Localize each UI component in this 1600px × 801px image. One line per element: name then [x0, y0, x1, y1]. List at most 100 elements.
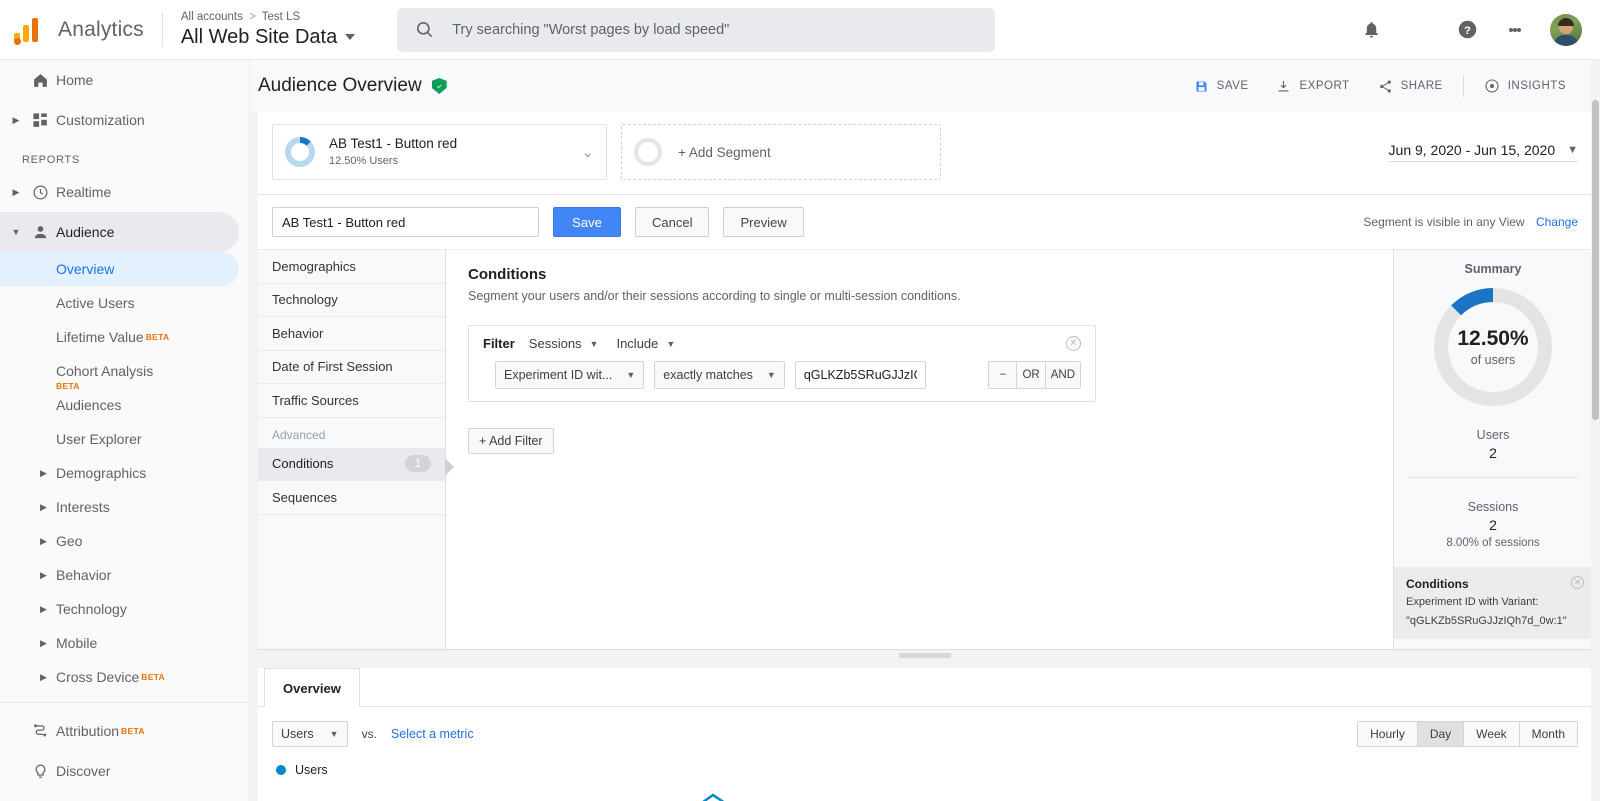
date-range-picker[interactable]: Jun 9, 2020 - Jun 15, 2020 ▼ — [1388, 142, 1578, 162]
bell-icon[interactable] — [1358, 17, 1384, 43]
segment-subtext: 12.50% Users — [329, 154, 399, 167]
sidebar-item-cohort-analysis[interactable]: Cohort Analysis BETA — [0, 354, 249, 391]
breadcrumb-separator: > — [249, 11, 256, 24]
sidebar-item-audience[interactable]: ▼ Audience — [0, 212, 239, 252]
granularity-day[interactable]: Day — [1417, 722, 1465, 746]
editor-resize-handle[interactable] — [258, 649, 1592, 660]
tab-overview[interactable]: Overview — [264, 668, 360, 707]
help-question-icon[interactable]: ? — [1454, 17, 1480, 43]
category-sequences[interactable]: Sequences — [258, 481, 445, 515]
segment-save-button[interactable]: Save — [553, 207, 621, 237]
chevron-down-icon[interactable]: ⌄ — [581, 143, 594, 161]
triangle-right-icon: ▶ — [12, 114, 20, 125]
breadcrumb-account-name[interactable]: Test LS — [262, 11, 300, 23]
top-bar-actions: ? — [1358, 13, 1600, 46]
breadcrumb-all-accounts[interactable]: All accounts — [181, 11, 243, 23]
category-demographics[interactable]: Demographics — [258, 250, 445, 284]
remove-condition-button[interactable]: − — [989, 362, 1018, 388]
segment-preview-button[interactable]: Preview — [723, 207, 804, 237]
insights-icon — [1485, 79, 1499, 93]
search-input[interactable] — [452, 21, 978, 38]
add-filter-button[interactable]: + Add Filter — [468, 428, 554, 454]
filter-scope-select[interactable]: Sessions ▼ — [529, 336, 599, 351]
kebab-menu-icon[interactable] — [1502, 17, 1528, 43]
chevron-down-icon: ▼ — [626, 370, 636, 380]
applied-segment-chip[interactable]: AB Test1 - Button red 12.50% Users ⌄ — [272, 124, 607, 180]
filter-label: Filter — [483, 336, 515, 351]
account-selector[interactable]: All accounts > Test LS All Web Site Data — [181, 11, 356, 48]
sidebar-item-realtime[interactable]: ▶ Realtime — [0, 172, 249, 212]
svg-text:?: ? — [1464, 25, 1471, 37]
page-scrollbar[interactable] — [1591, 60, 1600, 801]
legend-color-dot — [276, 765, 286, 775]
category-label: Sequences — [272, 489, 338, 505]
sidebar-item-interests[interactable]: ▶ Interests — [0, 490, 249, 524]
search-bar[interactable] — [397, 7, 996, 52]
property-view-title[interactable]: All Web Site Data — [181, 26, 356, 48]
primary-metric-select[interactable]: Users ▼ — [272, 721, 348, 747]
sidebar-item-geo[interactable]: ▶ Geo — [0, 524, 249, 558]
sidebar-item-customization[interactable]: ▶ Customization — [0, 100, 249, 140]
apps-grid-icon[interactable] — [1406, 17, 1432, 43]
granularity-month[interactable]: Month — [1519, 722, 1577, 746]
operator-select[interactable]: exactly matches ▼ — [654, 361, 785, 389]
summary-percent-sub: of users — [1470, 353, 1516, 367]
chevron-down-icon: ▼ — [766, 370, 776, 380]
sidebar-item-discover[interactable]: Discover — [0, 751, 249, 791]
sidebar-subitem-label: Cohort Analysis — [56, 363, 154, 379]
close-circle-icon[interactable]: ✕ — [1571, 576, 1584, 589]
summary-donut-center: 12.50% of users — [1457, 327, 1528, 367]
scrollbar-thumb[interactable] — [1592, 100, 1599, 420]
category-traffic-sources[interactable]: Traffic Sources — [258, 384, 445, 418]
user-avatar[interactable] — [1550, 13, 1582, 46]
chart-legend: Users — [258, 747, 1592, 777]
sidebar-item-demographics[interactable]: ▶ Demographics — [0, 456, 249, 490]
segment-cancel-button[interactable]: Cancel — [635, 207, 710, 237]
category-date-of-first-session[interactable]: Date of First Session — [258, 351, 445, 384]
sidebar-item-cross-device[interactable]: ▶ Cross Device BETA — [0, 660, 249, 694]
category-label: Demographics — [272, 258, 356, 274]
segment-name-input[interactable] — [272, 207, 539, 237]
save-button[interactable]: SAVE — [1180, 70, 1263, 102]
segment-editor-body: Demographics Technology Behavior Date of… — [258, 249, 1592, 649]
sidebar-item-label: Home — [56, 72, 94, 88]
category-label: Traffic Sources — [272, 392, 359, 408]
or-button[interactable]: OR — [1017, 362, 1046, 388]
condition-value-input[interactable] — [794, 361, 926, 389]
beta-badge: BETA — [141, 672, 165, 682]
sidebar-item-mobile[interactable]: ▶ Mobile — [0, 626, 249, 660]
sidebar-item-audiences[interactable]: Audiences — [0, 388, 249, 422]
sidebar-item-admin[interactable]: Admin — [0, 791, 249, 801]
sidebar-item-home[interactable]: Home — [0, 60, 249, 100]
granularity-hourly[interactable]: Hourly — [1358, 722, 1418, 746]
close-circle-icon[interactable]: ✕ — [1066, 336, 1081, 351]
category-conditions[interactable]: Conditions 1 — [258, 447, 445, 481]
insights-button[interactable]: INSIGHTS — [1470, 70, 1580, 102]
visibility-change-link[interactable]: Change — [1536, 215, 1578, 229]
dimension-select[interactable]: Experiment ID wit... ▼ — [495, 361, 645, 389]
export-button[interactable]: EXPORT — [1262, 70, 1363, 102]
sidebar-item-overview[interactable]: Overview — [0, 252, 239, 286]
conditions-pane: Conditions Segment your users and/or the… — [446, 250, 1393, 649]
customization-icon — [24, 112, 56, 129]
select-metric-link[interactable]: Select a metric — [391, 727, 474, 741]
sidebar-item-technology[interactable]: ▶ Technology — [0, 592, 249, 626]
share-button[interactable]: SHARE — [1364, 70, 1457, 102]
sidebar-item-lifetime-value[interactable]: Lifetime Value BETA — [0, 320, 249, 354]
triangle-right-icon: ▶ — [40, 535, 47, 546]
actions-divider — [1462, 75, 1464, 97]
dimension-value: Experiment ID wit... — [504, 368, 613, 382]
filter-mode-select[interactable]: Include ▼ — [616, 336, 675, 351]
add-segment-button[interactable]: + Add Segment — [621, 124, 941, 180]
category-behavior[interactable]: Behavior — [258, 317, 445, 351]
sidebar-item-behavior[interactable]: ▶ Behavior — [0, 558, 249, 592]
granularity-week[interactable]: Week — [1464, 722, 1520, 746]
category-technology[interactable]: Technology — [258, 284, 445, 317]
operator-value: exactly matches — [663, 368, 753, 382]
and-button[interactable]: AND — [1045, 362, 1080, 388]
sidebar-item-attribution[interactable]: Attribution BETA — [0, 711, 249, 751]
sidebar-subitem-label: Technology — [56, 601, 127, 617]
segment-editor-toolbar: Save Cancel Preview Segment is visible i… — [258, 195, 1592, 249]
sidebar-item-active-users[interactable]: Active Users — [0, 286, 249, 320]
sidebar-item-user-explorer[interactable]: User Explorer — [0, 422, 249, 456]
